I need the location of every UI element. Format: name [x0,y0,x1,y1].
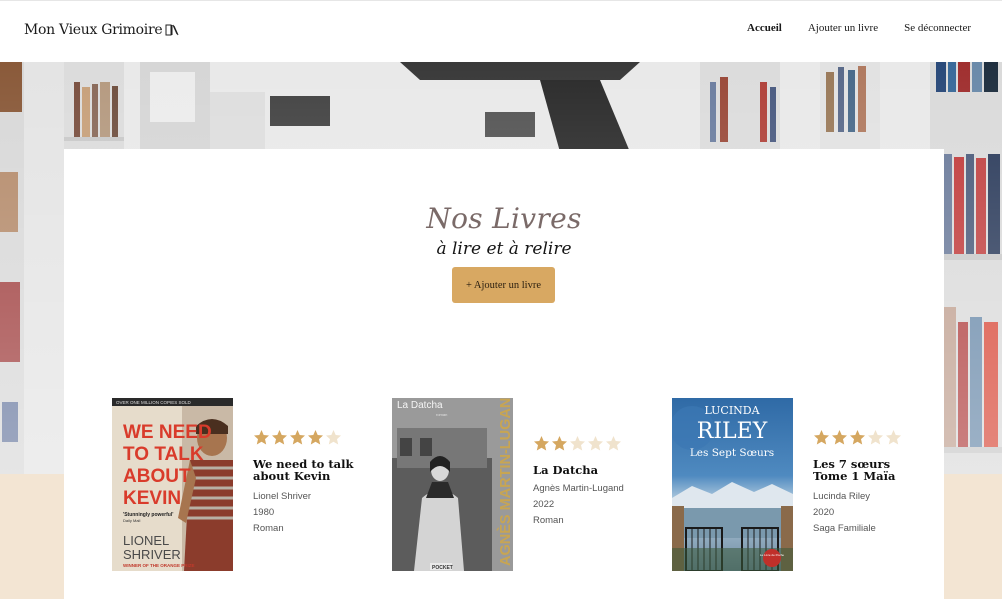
book-info: La Datcha Agnès Martin-Lugand 2022 Roman [533,435,624,529]
cover-title-line: KEVIN [123,488,181,509]
star-empty-icon [886,430,901,445]
book-year: 2022 [533,499,555,510]
site-logo[interactable]: Mon Vieux Grimoire [24,22,179,38]
cover-title: La Datcha [397,400,443,411]
star-empty-icon [868,430,883,445]
book-title[interactable]: We need to talk about Kevin [253,458,353,482]
cover-publisher-badge: Le Livre de Poche [760,553,785,557]
star-filled-icon [534,436,549,451]
star-filled-icon [814,430,829,445]
nav-accueil[interactable]: Accueil [747,22,782,34]
cover-author-line: LIONEL [123,533,169,548]
book-title[interactable]: La Datcha [533,464,624,476]
book-card[interactable]: LUCINDA RILEY Les Sept Sœurs Le Livre de… [672,398,922,571]
book-author: Agnès Martin-Lugand [533,483,624,494]
book-genre: Roman [253,523,284,534]
cover-top-text: OVER ONE MILLION COPIES SOLD [116,400,192,405]
star-empty-icon [606,436,621,451]
cover-author-small: LUCINDA [704,404,760,417]
page-subtitle: à lire et à relire [436,239,572,259]
star-filled-icon [832,430,847,445]
book-card[interactable]: OVER ONE MILLION COPIES SOLD WE NEED TO … [112,398,362,571]
cover-small-text: roman [436,412,447,417]
page-title: Nos Livres [426,202,582,235]
cover-quote-source: Daily Mail [123,518,140,523]
add-book-button[interactable]: + Ajouter un livre [452,267,555,303]
book-meta: Agnès Martin-Lugand 2022 Roman [533,481,624,529]
book-cover[interactable]: LUCINDA RILEY Les Sept Sœurs Le Livre de… [672,398,793,571]
cover-award: WINNER OF THE ORANGE PRIZE [123,563,195,568]
rating-stars [253,429,353,446]
top-navbar: Mon Vieux Grimoire Accueil Ajouter un li… [0,0,1002,62]
cover-author-line: SHRIVER [123,547,181,562]
cover-title-line: ABOUT [123,466,191,487]
star-filled-icon [850,430,865,445]
book-genre: Saga Familiale [813,523,876,534]
star-filled-icon [552,436,567,451]
book-cover[interactable]: OVER ONE MILLION COPIES SOLD WE NEED TO … [112,398,233,571]
star-filled-icon [254,430,269,445]
book-card[interactable]: La Datcha roman AGNÈS MARTIN-LUGAND POCK… [392,398,642,571]
books-card: Nos Livres à lire et à relire + Ajouter … [64,149,944,599]
cover-title: Les Sept Sœurs [690,447,774,459]
rating-stars [813,429,902,446]
cover-author-big: RILEY [697,419,768,444]
book-meta: Lionel Shriver 1980 Roman [253,489,353,537]
star-filled-icon [272,430,287,445]
nav-ajouter-livre[interactable]: Ajouter un livre [808,22,878,34]
book-genre: Roman [533,515,564,526]
cover-title-line: WE NEED [123,422,212,443]
book-info: We need to talk about Kevin Lionel Shriv… [253,429,353,537]
rating-stars [533,435,624,452]
nav-se-deconnecter[interactable]: Se déconnecter [904,22,971,34]
star-empty-icon [326,430,341,445]
book-meta: Lucinda Riley 2020 Saga Familiale [813,489,902,537]
cover-title-line: TO TALK [123,444,204,465]
book-author: Lionel Shriver [253,491,312,502]
book-author: Lucinda Riley [813,491,871,502]
book-info: Les 7 sœurs Tome 1 Maïa Lucinda Riley 20… [813,429,902,537]
cover-publisher: POCKET [432,565,453,571]
book-year: 1980 [253,507,275,518]
star-filled-icon [308,430,323,445]
main-nav: Accueil Ajouter un livre Se déconnecter [747,22,971,34]
star-filled-icon [290,430,305,445]
star-empty-icon [570,436,585,451]
book-year: 2020 [813,507,835,518]
book-cover[interactable]: La Datcha roman AGNÈS MARTIN-LUGAND POCK… [392,398,513,571]
open-book-icon [165,24,179,36]
cover-side-author: AGNÈS MARTIN-LUGAND [497,398,513,566]
book-title[interactable]: Les 7 sœurs Tome 1 Maïa [813,458,902,482]
logo-text: Mon Vieux Grimoire [24,22,163,38]
star-empty-icon [588,436,603,451]
